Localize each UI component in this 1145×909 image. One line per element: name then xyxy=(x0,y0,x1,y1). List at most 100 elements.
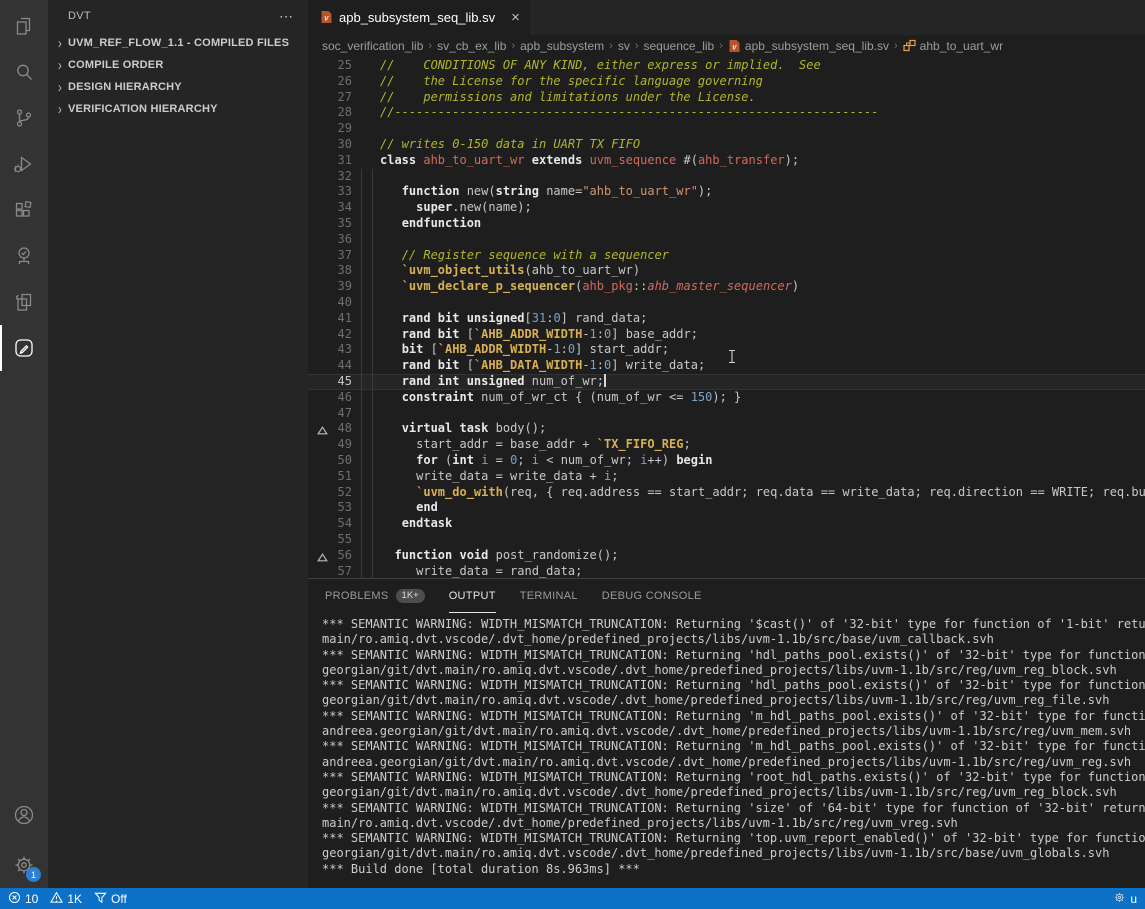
code-line-29[interactable]: 29 xyxy=(308,121,1145,137)
output-line: *** SEMANTIC WARNING: WIDTH_MISMATCH_TRU… xyxy=(322,801,1145,816)
breadcrumb-item-soc-verification-lib[interactable]: soc_verification_lib xyxy=(322,39,423,53)
output-line: *** SEMANTIC WARNING: WIDTH_MISMATCH_TRU… xyxy=(322,617,1145,632)
sv-file-icon: v xyxy=(728,39,741,54)
code-line-48[interactable]: 48 virtual task body(); xyxy=(308,421,1145,437)
text-cursor-pointer xyxy=(728,349,736,369)
breadcrumb-separator: › xyxy=(428,40,432,52)
compile-order-icon[interactable] xyxy=(0,279,48,325)
tab-apb-subsystem-seq-lib[interactable]: v apb_subsystem_seq_lib.sv × xyxy=(308,0,530,35)
breadcrumb-item-apb-subsystem-seq-lib-sv[interactable]: v apb_subsystem_seq_lib.sv xyxy=(728,39,889,54)
status-item-gear-u[interactable]: u xyxy=(1113,888,1137,909)
line-number: 51 xyxy=(308,469,358,485)
code-line-text: for (int i = 0; i < num_of_wr; i++) begi… xyxy=(358,453,712,469)
code-line-32[interactable]: 32 xyxy=(308,169,1145,185)
code-line-42[interactable]: 42 rand bit [`AHB_ADDR_WIDTH-1:0] base_a… xyxy=(308,327,1145,343)
code-line-25[interactable]: 25// CONDITIONS OF ANY KIND, either expr… xyxy=(308,58,1145,74)
breadcrumb-item-sequence-lib[interactable]: sequence_lib xyxy=(644,39,715,53)
tree-item-compile-order[interactable]: ›COMPILE ORDER xyxy=(48,54,308,76)
code-line-47[interactable]: 47 xyxy=(308,406,1145,422)
tree-item-verification-hierarchy[interactable]: ›VERIFICATION HIERARCHY xyxy=(48,98,308,120)
code-line-text xyxy=(358,232,380,248)
panel-tab-terminal[interactable]: TERMINAL xyxy=(520,579,578,613)
code-line-33[interactable]: 33 function new(string name="ahb_to_uart… xyxy=(308,184,1145,200)
tree-item-design-hierarchy[interactable]: ›DESIGN HIERARCHY xyxy=(48,76,308,98)
line-number: 47 xyxy=(308,406,358,422)
breadcrumb-item-apb-subsystem[interactable]: apb_subsystem xyxy=(520,39,604,53)
line-number: 39 xyxy=(308,279,358,295)
code-line-31[interactable]: 31class ahb_to_uart_wr extends uvm_seque… xyxy=(308,153,1145,169)
code-line-49[interactable]: 49 start_addr = base_addr + `TX_FIFO_REG… xyxy=(308,437,1145,453)
code-line-44[interactable]: 44 rand bit [`AHB_DATA_WIDTH-1:0] write_… xyxy=(308,358,1145,374)
output-line: andreea.georgian/git/dvt.main/ro.amiq.dv… xyxy=(322,755,1145,770)
code-line-40[interactable]: 40 xyxy=(308,295,1145,311)
chevron-right-icon: › xyxy=(52,35,68,52)
code-line-27[interactable]: 27// permissions and limitations under t… xyxy=(308,90,1145,106)
code-line-35[interactable]: 35 endfunction xyxy=(308,216,1145,232)
output-console[interactable]: *** SEMANTIC WARNING: WIDTH_MISMATCH_TRU… xyxy=(308,613,1145,888)
status-item-error-10[interactable]: 10 xyxy=(8,888,38,909)
tree-item-label: COMPILE ORDER xyxy=(68,59,164,71)
code-line-53[interactable]: 53 end xyxy=(308,500,1145,516)
code-line-46[interactable]: 46 constraint num_of_wr_ct { (num_of_wr … xyxy=(308,390,1145,406)
breadcrumb-separator: › xyxy=(609,40,613,52)
code-line-51[interactable]: 51 write_data = write_data + i; xyxy=(308,469,1145,485)
code-line-36[interactable]: 36 xyxy=(308,232,1145,248)
panel-tab-label: PROBLEMS xyxy=(325,590,389,602)
code-line-text: rand bit [`AHB_DATA_WIDTH-1:0] write_dat… xyxy=(358,358,705,374)
code-line-50[interactable]: 50 for (int i = 0; i < num_of_wr; i++) b… xyxy=(308,453,1145,469)
run-debug-icon[interactable] xyxy=(0,141,48,187)
panel-tab-output[interactable]: OUTPUT xyxy=(449,579,496,613)
breadcrumb-item-sv[interactable]: sv xyxy=(618,39,630,53)
code-line-45[interactable]: 45 rand int unsigned num_of_wr; xyxy=(308,374,1145,390)
source-control-icon[interactable] xyxy=(0,95,48,141)
activity-bar: 1 xyxy=(0,0,48,888)
code-line-text: endfunction xyxy=(358,216,481,232)
verification-tree-icon[interactable] xyxy=(0,233,48,279)
line-number: 45 xyxy=(308,374,358,390)
code-editor[interactable]: 25// CONDITIONS OF ANY KIND, either expr… xyxy=(308,57,1145,578)
dvt-tree: ›UVM_REF_FLOW_1.1 - COMPILED FILES›COMPI… xyxy=(48,32,308,120)
explorer-icon[interactable] xyxy=(0,3,48,49)
code-line-28[interactable]: 28//------------------------------------… xyxy=(308,105,1145,121)
breadcrumb-item-sv-cb-ex-lib[interactable]: sv_cb_ex_lib xyxy=(437,39,506,53)
settings-gear-icon[interactable]: 1 xyxy=(0,842,48,888)
code-line-34[interactable]: 34 super.new(name); xyxy=(308,200,1145,216)
code-line-text: `uvm_declare_p_sequencer(ahb_pkg::ahb_ma… xyxy=(358,279,799,295)
code-line-57[interactable]: 57 write_data = rand_data; xyxy=(308,564,1145,579)
warning-icon xyxy=(50,891,63,907)
breadcrumb-separator: › xyxy=(635,40,639,52)
code-line-text: rand bit unsigned[31:0] rand_data; xyxy=(358,311,647,327)
output-line: main/ro.amiq.dvt.vscode/.dvt_home/predef… xyxy=(322,632,1145,647)
status-item-warning-1k[interactable]: 1K xyxy=(50,888,82,909)
gear-icon xyxy=(1113,891,1126,907)
code-line-38[interactable]: 38 `uvm_object_utils(ahb_to_uart_wr) xyxy=(308,263,1145,279)
svg-text:v: v xyxy=(324,14,329,23)
search-icon[interactable] xyxy=(0,49,48,95)
breadcrumb-item-ahb-to-uart-wr[interactable]: ahb_to_uart_wr xyxy=(903,39,1003,53)
panel-tab-problems[interactable]: PROBLEMS1K+ xyxy=(325,579,425,613)
code-line-text: write_data = write_data + i; xyxy=(358,469,618,485)
status-bar: 10 1K Off u xyxy=(0,888,1145,909)
more-actions-icon[interactable]: ⋯ xyxy=(279,8,294,25)
panel-tab-debug-console[interactable]: DEBUG CONSOLE xyxy=(602,579,702,613)
code-line-52[interactable]: 52 `uvm_do_with(req, { req.address == st… xyxy=(308,485,1145,501)
tree-item-uvm-ref-flow-1-1-compiled-files[interactable]: ›UVM_REF_FLOW_1.1 - COMPILED FILES xyxy=(48,32,308,54)
breadcrumb-label: apb_subsystem_seq_lib.sv xyxy=(745,39,889,53)
extensions-icon[interactable] xyxy=(0,187,48,233)
code-line-54[interactable]: 54 endtask xyxy=(308,516,1145,532)
code-line-39[interactable]: 39 `uvm_declare_p_sequencer(ahb_pkg::ahb… xyxy=(308,279,1145,295)
code-line-26[interactable]: 26// the License for the specific langua… xyxy=(308,74,1145,90)
code-line-text: function new(string name="ahb_to_uart_wr… xyxy=(358,184,712,200)
close-icon[interactable]: × xyxy=(511,9,520,26)
line-number: 33 xyxy=(308,184,358,200)
code-line-43[interactable]: 43 bit [`AHB_ADDR_WIDTH-1:0] start_addr; xyxy=(308,342,1145,358)
dvt-icon[interactable] xyxy=(0,325,48,371)
code-line-30[interactable]: 30// writes 0-150 data in UART TX FIFO xyxy=(308,137,1145,153)
status-bar-right: u xyxy=(1113,888,1137,909)
code-line-55[interactable]: 55 xyxy=(308,532,1145,548)
status-item-filter-off[interactable]: Off xyxy=(94,888,127,909)
code-line-41[interactable]: 41 rand bit unsigned[31:0] rand_data; xyxy=(308,311,1145,327)
code-line-56[interactable]: 56 function void post_randomize(); xyxy=(308,548,1145,564)
code-line-37[interactable]: 37 // Register sequence with a sequencer xyxy=(308,248,1145,264)
account-icon[interactable] xyxy=(0,792,48,838)
